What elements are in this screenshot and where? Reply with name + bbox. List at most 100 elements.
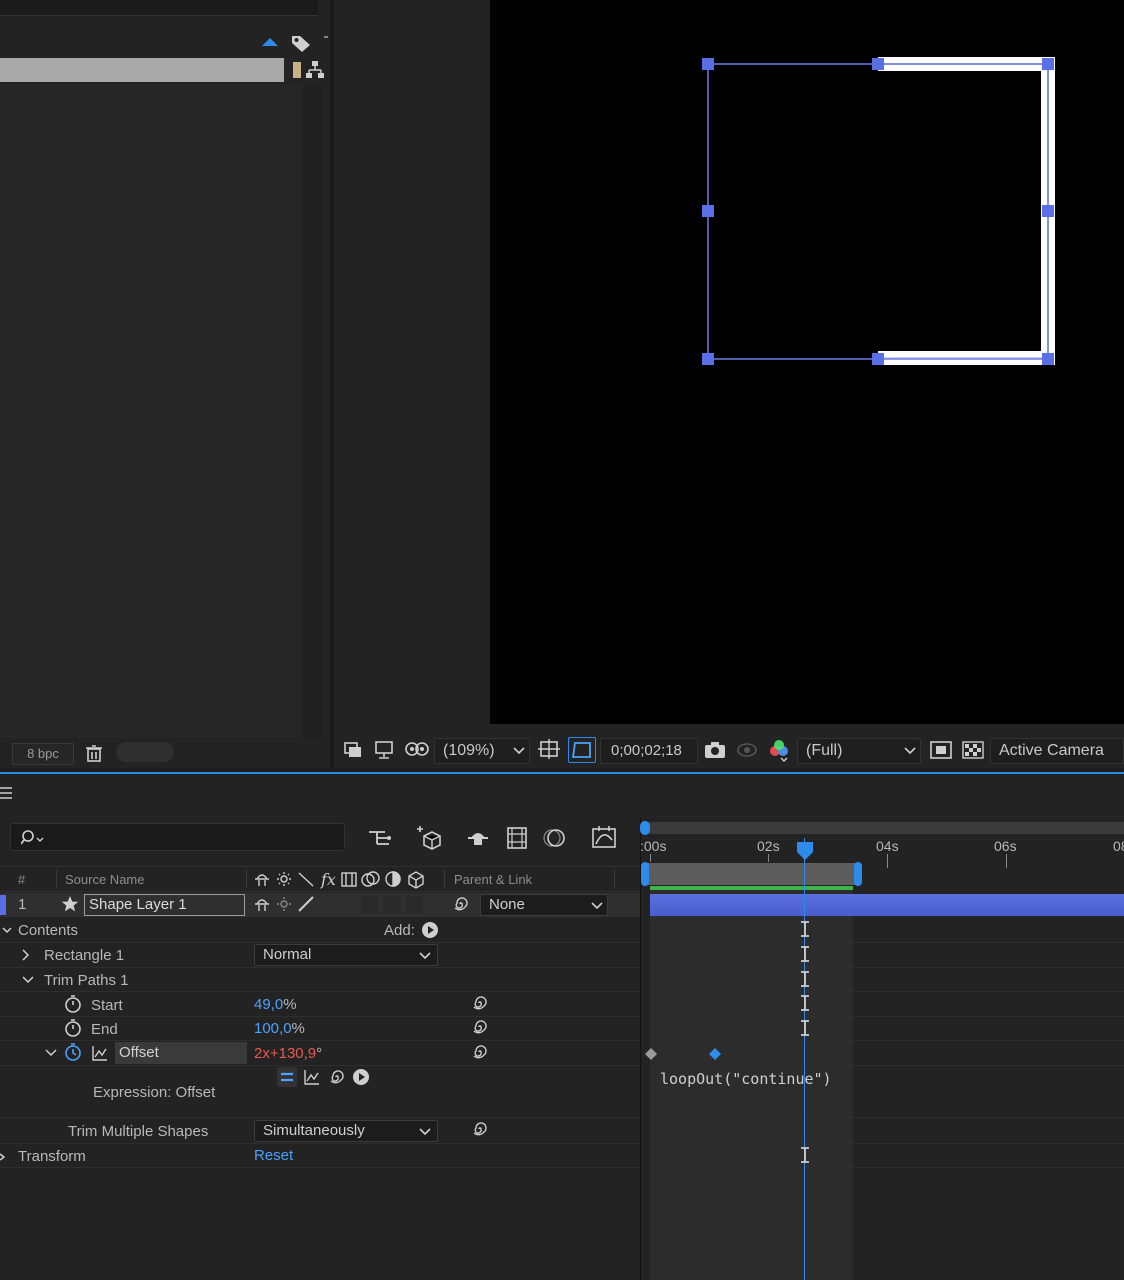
keyframe-diamond-selected[interactable]	[709, 1048, 721, 1060]
mask-visibility-icon[interactable]	[404, 740, 430, 760]
expression-graph-icon[interactable]	[303, 1068, 321, 1086]
ruler-tick	[1006, 854, 1007, 868]
expression-pickwhip-icon[interactable]	[471, 1120, 489, 1138]
trim-multiple-dropdown[interactable]: Simultaneously	[254, 1120, 438, 1142]
panel-menu-icon[interactable]	[0, 785, 14, 801]
draft-3d-icon[interactable]	[416, 824, 444, 852]
add-label: Add:	[384, 922, 415, 939]
snapshot-camera-icon[interactable]	[704, 740, 726, 760]
timeline-search-input[interactable]	[10, 823, 345, 851]
label-tag-icon[interactable]	[290, 33, 312, 53]
stopwatch-icon[interactable]	[64, 995, 82, 1013]
motion-blur-icon[interactable]	[542, 826, 566, 850]
zoom-dropdown[interactable]: (109%)	[434, 738, 530, 764]
stopwatch-active-icon[interactable]	[64, 1043, 82, 1061]
transparency-grid-icon[interactable]	[962, 740, 984, 760]
thumbnail-slider[interactable]	[116, 742, 174, 762]
always-preview-icon[interactable]	[343, 740, 363, 760]
expression-editor[interactable]: loopOut("continue")	[660, 1070, 832, 1088]
expression-pickwhip-icon[interactable]	[471, 994, 489, 1012]
shy-layers-icon[interactable]	[466, 826, 490, 850]
project-list[interactable]	[0, 84, 302, 738]
expand-chevron-down-icon[interactable]	[22, 975, 34, 985]
toggle-mask-path-button[interactable]	[568, 737, 596, 763]
graph-row-divider	[650, 1117, 1124, 1118]
offset-property-highlight[interactable]: Offset	[115, 1042, 247, 1064]
time-navigator[interactable]	[640, 822, 1124, 834]
offset-degrees[interactable]: +130,9	[270, 1045, 316, 1062]
add-menu-play-icon[interactable]	[421, 921, 439, 939]
work-area-bar[interactable]	[644, 863, 858, 885]
shape-layer-star-icon	[61, 895, 79, 913]
parent-dropdown[interactable]: None	[480, 894, 608, 916]
monitor-icon[interactable]	[374, 740, 394, 760]
navigator-start-handle[interactable]	[640, 821, 650, 835]
frame-blending-icon[interactable]	[506, 826, 528, 850]
swatch-icon[interactable]	[293, 62, 301, 78]
trim-paths-label[interactable]: Trim Paths 1	[44, 972, 128, 989]
layer-label-color[interactable]	[0, 895, 6, 915]
expand-chevron-down-icon[interactable]	[2, 925, 12, 935]
layer-switches[interactable]	[253, 895, 433, 915]
start-label: Start	[91, 997, 123, 1014]
expand-chevron-right-icon[interactable]	[20, 949, 30, 961]
offset-label: Offset	[119, 1044, 159, 1061]
sort-up-icon[interactable]	[260, 36, 280, 48]
end-value-group[interactable]: 100,0%	[254, 1020, 305, 1037]
stopwatch-icon[interactable]	[64, 1019, 82, 1037]
color-channels-icon[interactable]	[767, 739, 791, 763]
column-parent-link[interactable]: Parent & Link	[454, 872, 532, 887]
expression-language-menu-icon[interactable]	[352, 1068, 370, 1086]
enable-expression-button[interactable]	[277, 1067, 297, 1087]
expand-chevron-right-icon[interactable]	[0, 1152, 6, 1162]
expression-pickwhip-icon[interactable]	[328, 1068, 346, 1086]
layer-duration-bar[interactable]	[650, 894, 1124, 916]
transform-label[interactable]: Transform	[18, 1148, 86, 1165]
end-value[interactable]: 100,0	[254, 1020, 292, 1037]
chevron-down-icon	[419, 951, 431, 961]
shape-layer-preview[interactable]	[490, 0, 1124, 724]
offset-value-group[interactable]: 2x+130,9°	[254, 1045, 322, 1062]
keyframe-diamond[interactable]	[645, 1048, 657, 1060]
offset-revolutions[interactable]: 2x	[254, 1045, 270, 1062]
layer-name-field[interactable]: Shape Layer 1	[84, 894, 245, 916]
column-separator	[246, 870, 247, 888]
expression-pickwhip-icon[interactable]	[471, 1018, 489, 1036]
graph-row-divider	[650, 942, 1124, 943]
pick-whip-icon[interactable]	[452, 895, 470, 913]
column-number[interactable]: #	[18, 872, 25, 887]
project-top-strip	[0, 0, 318, 16]
region-of-interest-icon[interactable]	[930, 740, 952, 760]
start-value-group[interactable]: 49,0%	[254, 996, 297, 1013]
resolution-dropdown[interactable]: (Full)	[797, 738, 921, 764]
expression-pickwhip-icon[interactable]	[471, 1043, 489, 1061]
property-ibeam-marker	[799, 1018, 811, 1038]
expand-chevron-down-icon[interactable]	[45, 1048, 57, 1058]
panel-edge-icon	[324, 36, 328, 38]
graph-editor-icon[interactable]	[591, 824, 617, 850]
time-ruler[interactable]: :00s 02s 04s 06s 08	[640, 836, 1124, 868]
bpc-button[interactable]: 8 bpc	[12, 743, 74, 765]
composition-flowchart-icon[interactable]	[367, 826, 393, 850]
blend-mode-dropdown[interactable]: Normal	[254, 944, 438, 966]
row-divider	[0, 1167, 640, 1168]
column-source-name[interactable]: Source Name	[65, 872, 144, 887]
work-area-start-handle[interactable]	[641, 862, 649, 886]
rectangle-label[interactable]: Rectangle 1	[44, 947, 124, 964]
current-time-field[interactable]: 0;00;02;18	[600, 738, 698, 764]
flowchart-icon[interactable]	[305, 60, 325, 80]
grid-guides-icon[interactable]	[538, 739, 562, 761]
graph-icon[interactable]	[91, 1044, 109, 1062]
composition-canvas[interactable]	[490, 0, 1124, 724]
camera-dropdown[interactable]: Active Camera	[990, 738, 1124, 764]
project-scrollbar[interactable]	[303, 84, 323, 738]
current-time-indicator-line[interactable]	[804, 838, 805, 1280]
offset-unit: °	[316, 1045, 323, 1062]
transform-reset-link[interactable]: Reset	[254, 1147, 293, 1164]
trash-icon[interactable]	[84, 743, 104, 763]
start-value[interactable]: 49,0	[254, 996, 283, 1013]
work-area-end-handle[interactable]	[854, 862, 862, 886]
project-item-selected[interactable]	[0, 58, 284, 82]
current-time-indicator-head[interactable]	[796, 841, 814, 861]
show-snapshot-icon[interactable]	[736, 740, 758, 760]
